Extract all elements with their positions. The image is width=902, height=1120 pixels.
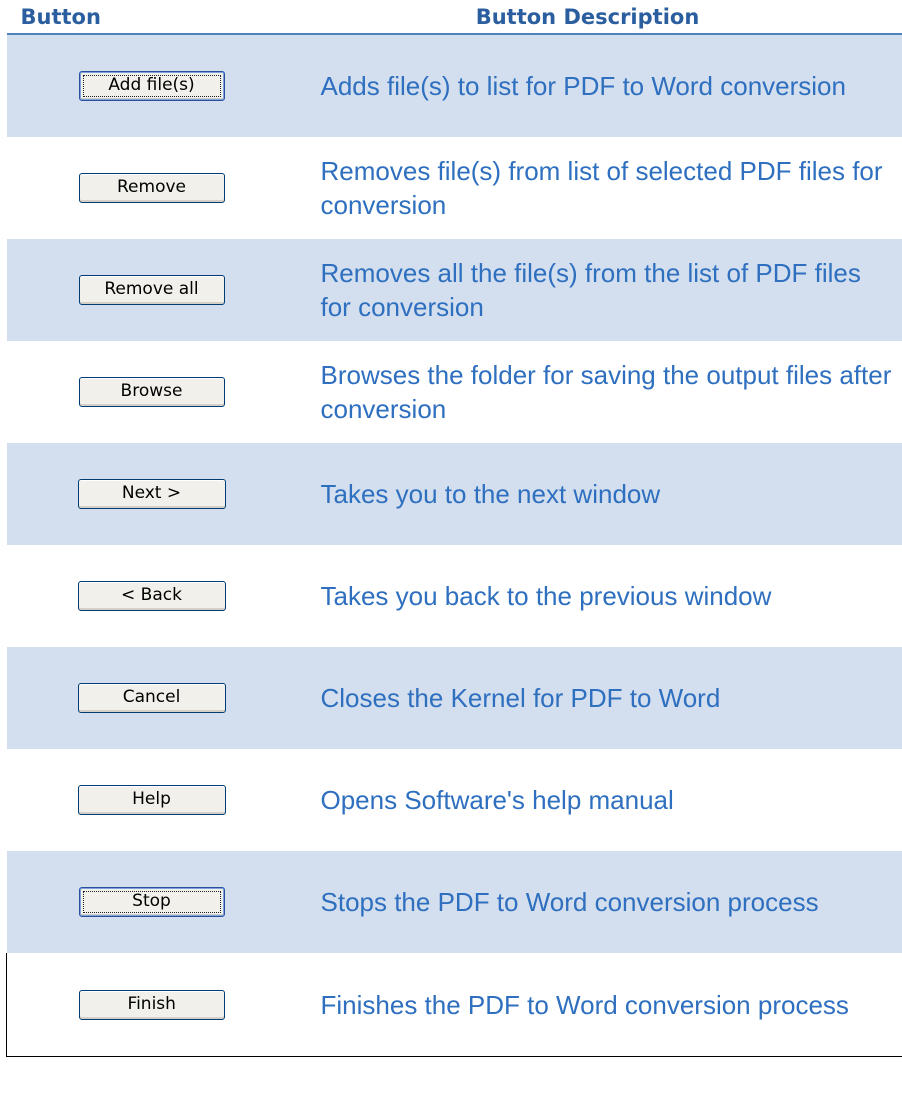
add-files-button[interactable]: Add file(s) [78, 71, 225, 101]
table-row: < Back Takes you back to the previous wi… [6, 545, 902, 647]
table-row: Remove Removes file(s) from list of sele… [6, 137, 902, 239]
description-cell: Stops the PDF to Word conversion process [272, 851, 902, 953]
cancel-button[interactable]: Cancel [77, 683, 226, 713]
button-cell: Add file(s) [6, 34, 273, 137]
description-cell: Closes the Kernel for PDF to Word [272, 647, 902, 749]
button-reference-table: Button Button Description Add file(s) Ad… [6, 0, 902, 1057]
column-header-description: Button Description [272, 0, 902, 35]
table-row: Stop Stops the PDF to Word conversion pr… [6, 851, 902, 953]
button-cell: < Back [6, 545, 273, 647]
table-header-row: Button Button Description [6, 0, 902, 35]
back-button[interactable]: < Back [77, 581, 226, 611]
table-row: Help Opens Software's help manual [6, 749, 902, 851]
button-cell: Next > [6, 443, 273, 545]
button-cell: Stop [6, 851, 273, 953]
description-cell: Opens Software's help manual [272, 749, 902, 851]
table-row: Remove all Removes all the file(s) from … [6, 239, 902, 341]
description-cell: Removes all the file(s) from the list of… [272, 239, 902, 341]
browse-button[interactable]: Browse [78, 377, 225, 407]
description-cell: Finishes the PDF to Word conversion proc… [272, 953, 902, 1057]
description-cell: Takes you back to the previous window [272, 545, 902, 647]
button-cell: Cancel [6, 647, 273, 749]
stop-button[interactable]: Stop [78, 887, 225, 917]
table-row: Finish Finishes the PDF to Word conversi… [6, 953, 902, 1057]
description-cell: Adds file(s) to list for PDF to Word con… [272, 34, 902, 137]
description-cell: Removes file(s) from list of selected PD… [272, 137, 902, 239]
description-cell: Takes you to the next window [272, 443, 902, 545]
table-row: Next > Takes you to the next window [6, 443, 902, 545]
button-cell: Browse [6, 341, 273, 443]
button-cell: Finish [6, 953, 273, 1057]
help-button[interactable]: Help [77, 785, 226, 815]
button-cell: Help [6, 749, 273, 851]
button-cell: Remove [6, 137, 273, 239]
next-button[interactable]: Next > [77, 479, 226, 509]
remove-all-button[interactable]: Remove all [78, 275, 225, 305]
table-row: Cancel Closes the Kernel for PDF to Word [6, 647, 902, 749]
column-header-button: Button [6, 0, 273, 35]
button-cell: Remove all [6, 239, 273, 341]
table-row: Add file(s) Adds file(s) to list for PDF… [6, 34, 902, 137]
description-cell: Browses the folder for saving the output… [272, 341, 902, 443]
table-row: Browse Browses the folder for saving the… [6, 341, 902, 443]
remove-button[interactable]: Remove [78, 173, 225, 203]
finish-button[interactable]: Finish [78, 989, 225, 1020]
